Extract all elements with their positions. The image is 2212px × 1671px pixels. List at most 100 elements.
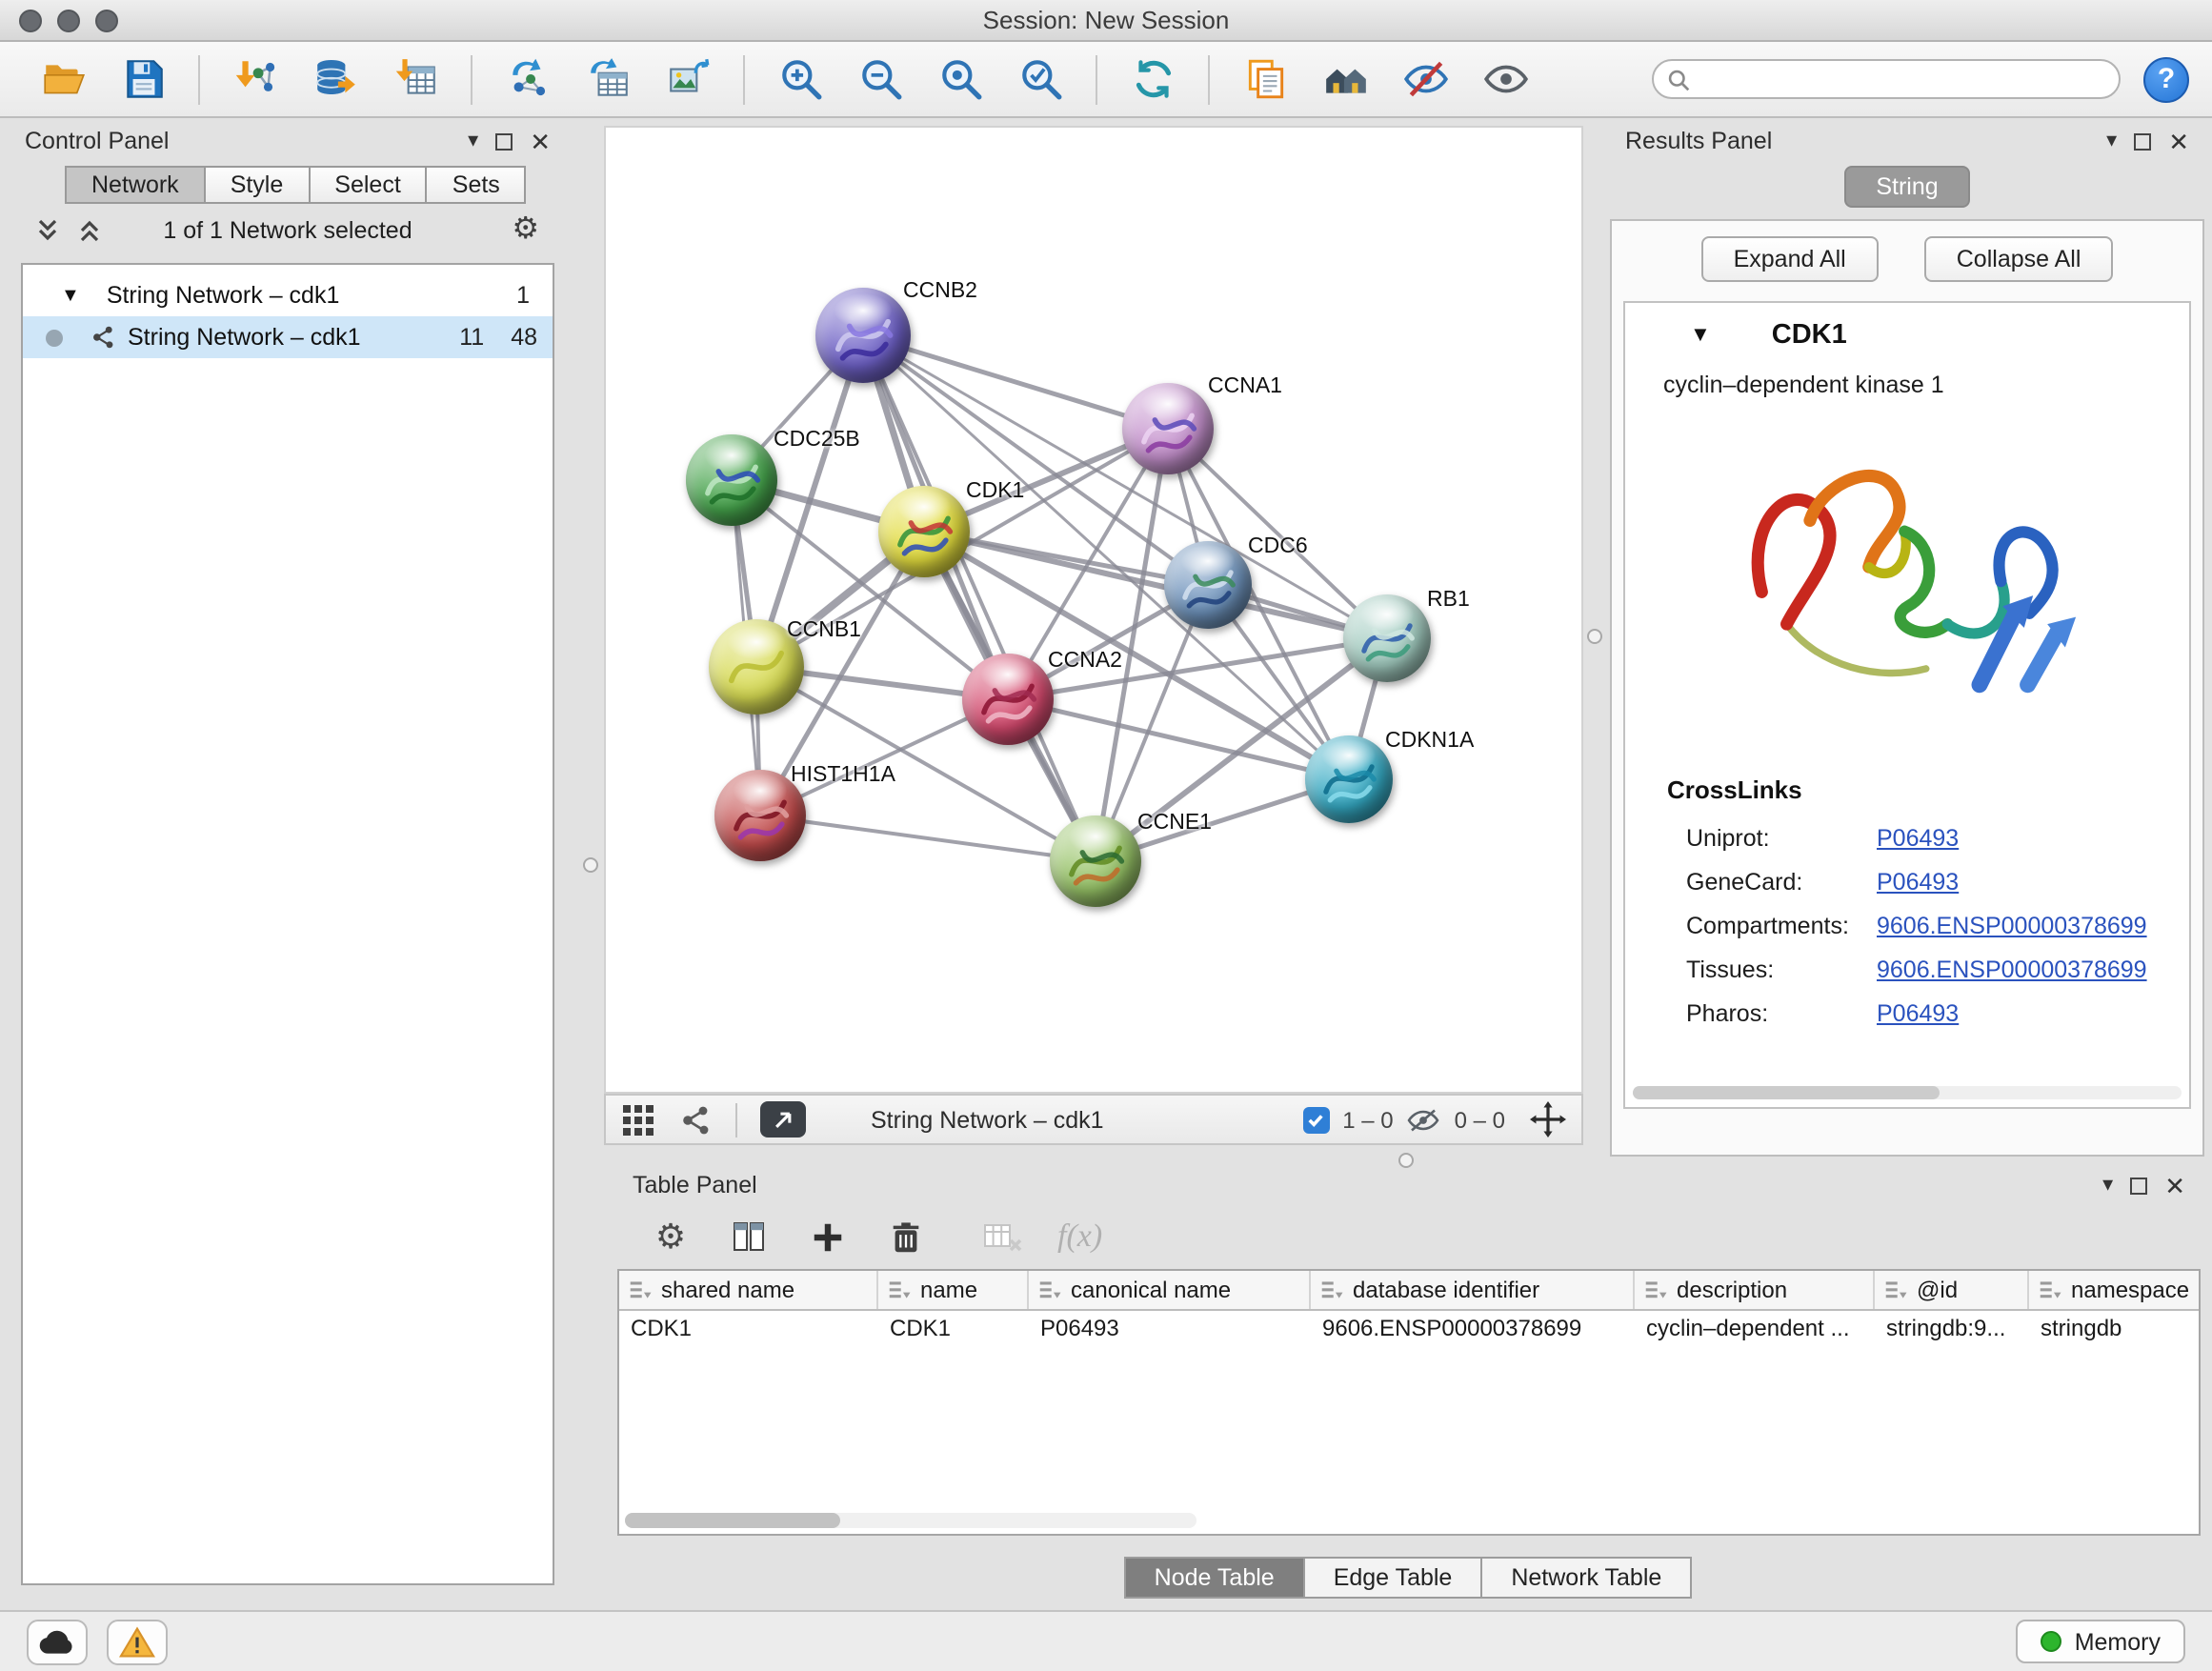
network-edge[interactable] [863,335,1096,861]
zoom-fit-icon[interactable] [930,49,991,110]
open-in-window-icon[interactable] [760,1101,806,1137]
network-node-cdc6[interactable] [1164,541,1252,629]
delete-column-trash-icon[interactable] [882,1214,928,1259]
network-options-gear-icon[interactable]: ⚙ [512,215,539,246]
tab-style[interactable]: Style [204,166,311,204]
share-network-icon[interactable] [678,1102,713,1137]
collapse-triangle-icon[interactable]: ▼ [1690,324,1711,347]
panel-menu-icon[interactable]: ▾ [468,131,478,151]
crosslink-link[interactable]: 9606.ENSP00000378699 [1877,912,2147,938]
float-panel-icon[interactable] [495,132,513,150]
sort-icon [1320,1278,1343,1301]
tab-node-table[interactable]: Node Table [1124,1557,1305,1599]
zoom-window-button[interactable] [95,10,118,32]
close-panel-icon[interactable]: ✕ [530,129,551,153]
network-node-rb1[interactable] [1343,594,1431,682]
export-image-icon[interactable] [657,49,718,110]
network-collection-row[interactable]: ▼ String Network – cdk1 1 [23,274,553,316]
save-session-icon[interactable] [112,49,173,110]
zoom-in-icon[interactable] [770,49,831,110]
hide-details-eye-icon[interactable] [1395,49,1456,110]
table-panel-title: Table Panel [633,1172,757,1198]
zoom-out-icon[interactable] [850,49,911,110]
import-network-database-icon[interactable] [305,49,366,110]
close-panel-icon[interactable]: ✕ [2168,129,2189,153]
splitter-handle[interactable] [1587,629,1602,644]
fit-content-crosshair-icon[interactable] [1530,1101,1566,1137]
crosslink-link[interactable]: P06493 [1877,824,1959,851]
column-header-database-identifier[interactable]: database identifier [1311,1271,1635,1309]
scrollbar-thumb[interactable] [1633,1086,1941,1099]
tab-sets[interactable]: Sets [426,166,527,204]
column-header-namespace[interactable]: namespace [2029,1271,2201,1309]
gene-section-header[interactable]: ▼ CDK1 [1625,314,2189,356]
column-header-name[interactable]: name [878,1271,1029,1309]
help-icon[interactable]: ? [2143,56,2189,102]
panel-menu-icon[interactable]: ▾ [2106,131,2117,151]
column-header-shared-name[interactable]: shared name [619,1271,878,1309]
expand-all-icon[interactable] [78,217,101,244]
export-network-icon[interactable] [497,49,558,110]
import-table-icon[interactable] [385,49,446,110]
tab-network-table[interactable]: Network Table [1480,1557,1692,1599]
selected-nodes-icon[interactable] [1302,1106,1329,1133]
open-session-icon[interactable] [32,49,93,110]
network-node-cdk1[interactable] [878,486,970,577]
tab-edge-table[interactable]: Edge Table [1303,1557,1483,1599]
crosslink-link[interactable]: 9606.ENSP00000378699 [1877,956,2147,982]
home-icon[interactable] [1315,49,1376,110]
show-details-eye-icon[interactable] [1475,49,1536,110]
network-node-ccna1[interactable] [1122,383,1214,474]
crosslink-link[interactable]: P06493 [1877,868,1959,895]
tab-string[interactable]: String [1843,166,1970,208]
close-window-button[interactable] [19,10,42,32]
expand-all-button[interactable]: Expand All [1701,236,1879,282]
refresh-layout-icon[interactable] [1122,49,1183,110]
show-columns-icon[interactable] [726,1214,772,1259]
cloud-status-icon[interactable] [27,1619,88,1664]
collapse-all-icon[interactable] [36,217,59,244]
network-selection-bar: 1 of 1 Network selected ⚙ [10,204,566,257]
results-horizontal-scrollbar[interactable] [1633,1086,2182,1099]
add-column-icon[interactable] [804,1214,850,1259]
search-input[interactable] [1699,66,2105,92]
import-network-icon[interactable] [225,49,286,110]
hidden-items-eye-icon[interactable] [1407,1106,1441,1133]
table-row[interactable]: CDK1CDK1P064939606.ENSP00000378699cyclin… [619,1311,2199,1349]
grid-view-icon[interactable] [621,1102,655,1137]
panel-menu-icon[interactable]: ▾ [2102,1175,2113,1196]
network-node-cdc25b[interactable] [686,434,777,526]
table-options-gear-icon[interactable]: ⚙ [648,1214,694,1259]
column-header-canonical-name[interactable]: canonical name [1029,1271,1311,1309]
minimize-window-button[interactable] [57,10,80,32]
network-canvas[interactable]: CCNB2CCNA1CDC25BCDK1CDC6RB1CCNB1CCNA2CDK… [604,126,1583,1094]
float-panel-icon[interactable] [2134,132,2151,150]
close-panel-icon[interactable]: ✕ [2164,1173,2185,1198]
collapse-all-button[interactable]: Collapse All [1924,236,2114,282]
export-table-icon[interactable] [577,49,638,110]
splitter-handle[interactable] [583,857,598,873]
copy-document-icon[interactable] [1235,49,1296,110]
crosslink-row-compartments: Compartments:9606.ENSP00000378699 [1625,903,2189,947]
crosslink-label: Pharos: [1686,999,1877,1026]
float-panel-icon[interactable] [2130,1177,2147,1194]
warning-icon[interactable] [107,1619,168,1664]
network-node-ccnb2[interactable] [815,288,911,383]
column-header-label: description [1677,1277,1787,1303]
search-box[interactable] [1652,59,2121,99]
table-horizontal-scrollbar[interactable] [625,1513,1196,1528]
network-edge[interactable] [760,815,1096,861]
network-node-cdkn1a[interactable] [1305,735,1393,823]
zoom-selected-icon[interactable] [1010,49,1071,110]
column-header-description[interactable]: description [1635,1271,1875,1309]
tab-select[interactable]: Select [308,166,428,204]
network-node-ccne1[interactable] [1050,815,1141,907]
tab-network[interactable]: Network [65,166,206,204]
network-row-selected[interactable]: String Network – cdk1 11 48 [23,316,553,358]
memory-button[interactable]: Memory [2016,1620,2185,1663]
crosslink-link[interactable]: P06493 [1877,999,1959,1026]
scrollbar-thumb[interactable] [625,1513,840,1528]
network-node-ccna2[interactable] [962,654,1054,745]
column-header-id[interactable]: @id [1875,1271,2029,1309]
collapse-triangle-icon[interactable]: ▼ [61,285,80,306]
